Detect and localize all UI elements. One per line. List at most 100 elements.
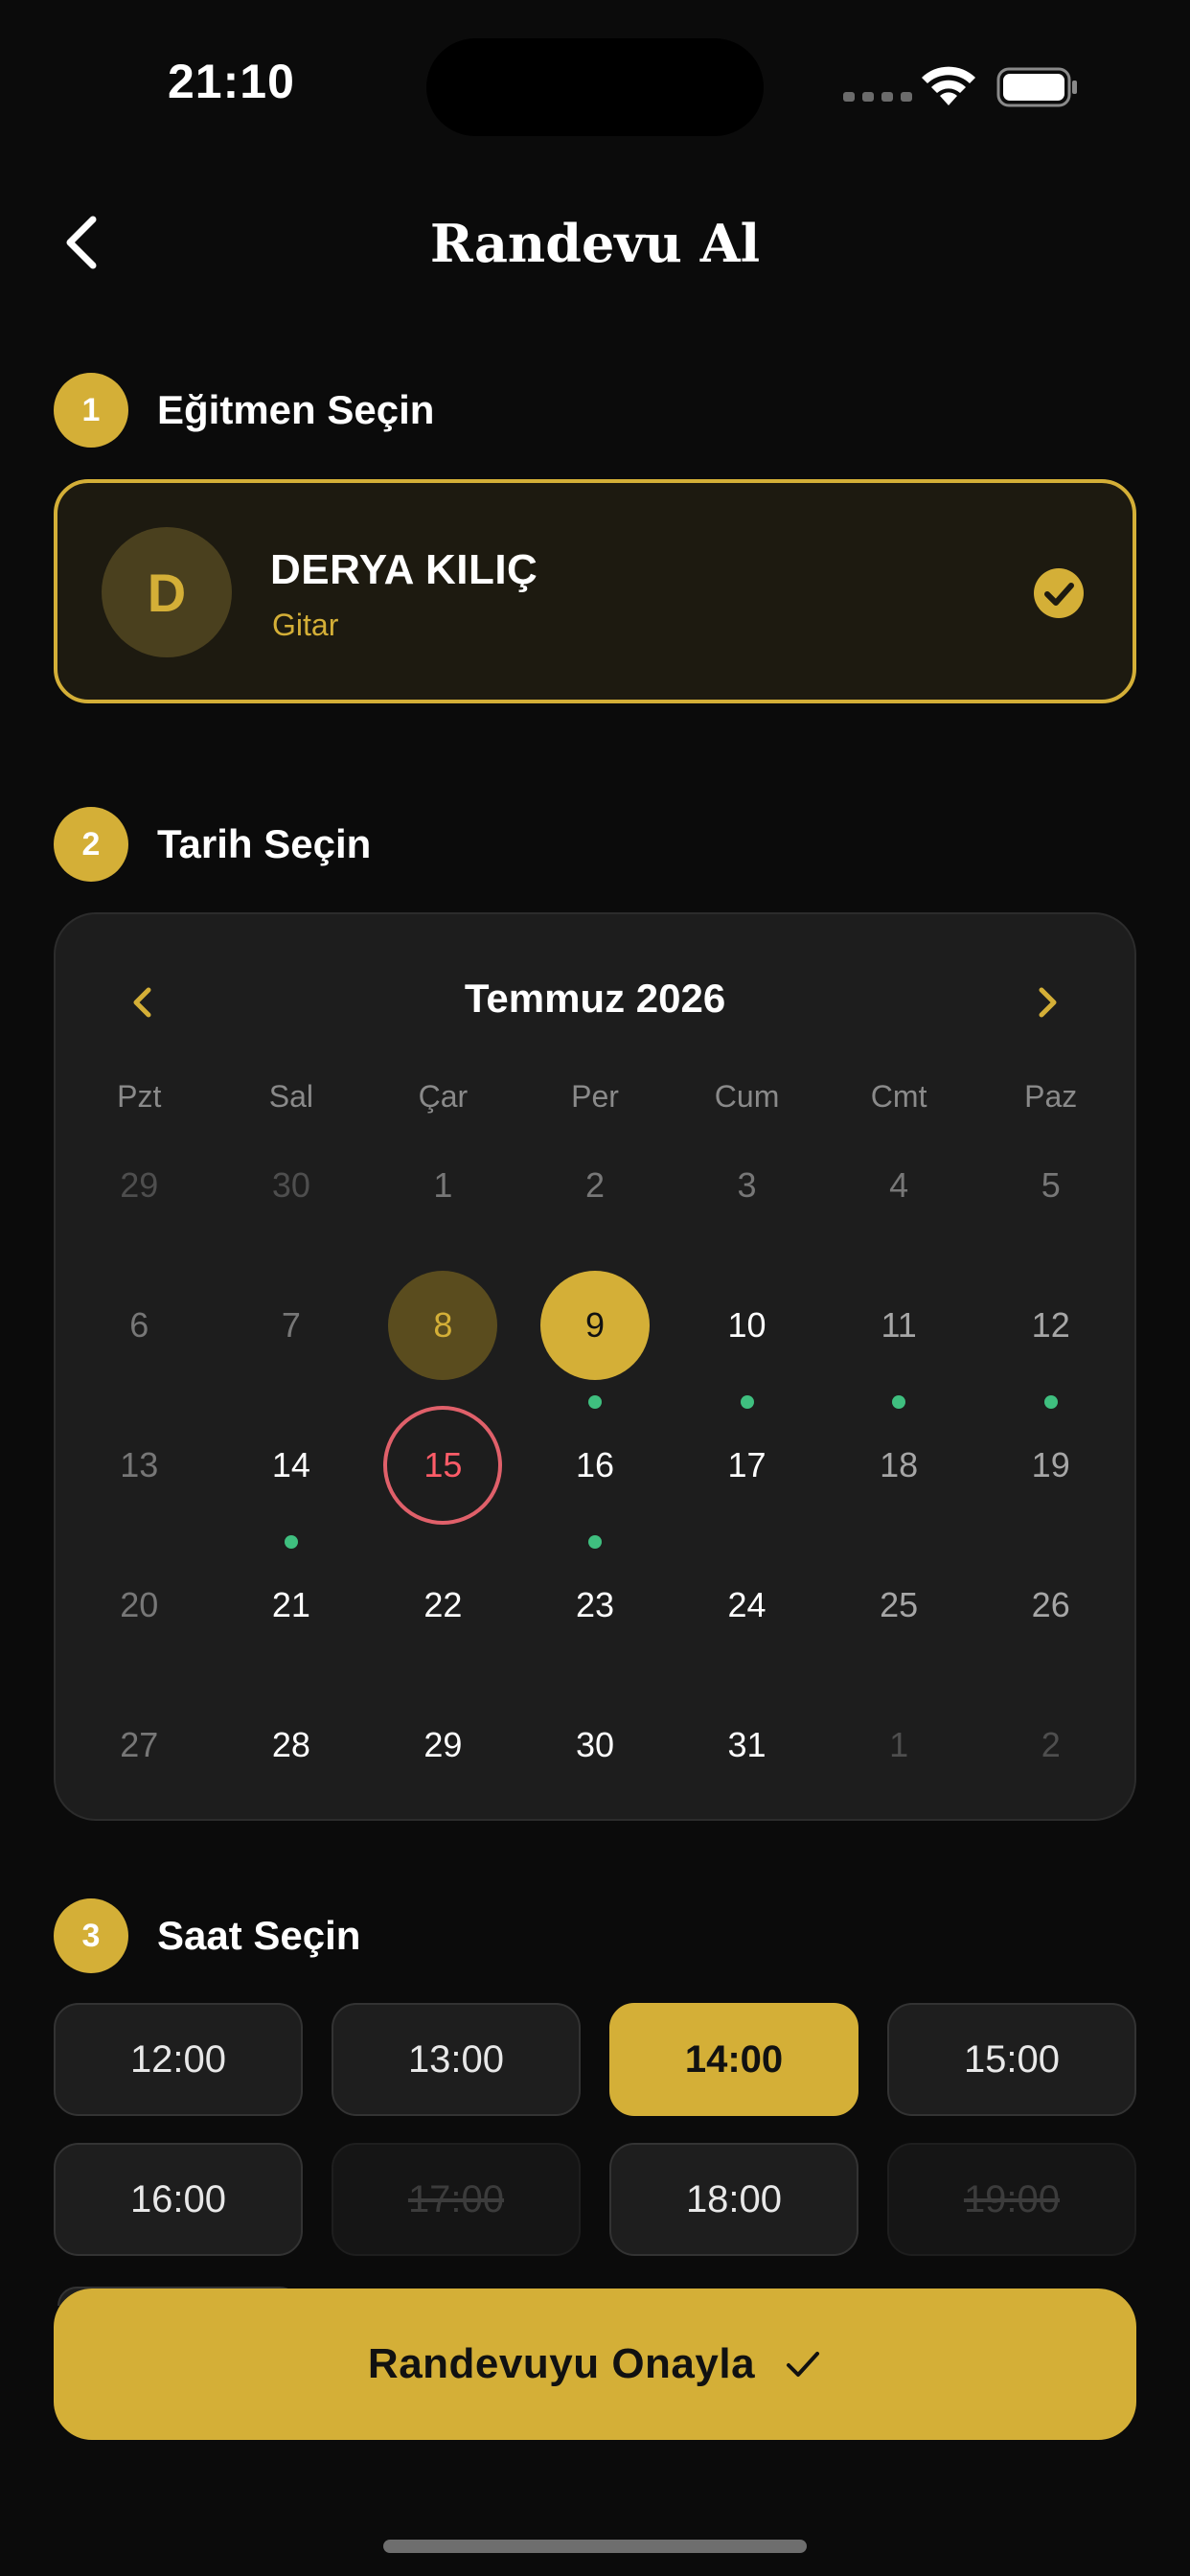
calendar-day-number: 30 <box>271 1165 310 1205</box>
calendar-day[interactable]: 19 <box>974 1407 1127 1547</box>
step-instructor-header: 1 Eğitmen Seçin <box>54 373 434 448</box>
step-label: Eğitmen Seçin <box>157 387 435 432</box>
instructor-name: DERYA KILIÇ <box>270 546 538 593</box>
step-label: Saat Seçin <box>157 1913 361 1958</box>
calendar-day-number: 9 <box>539 1271 650 1380</box>
checkmark-icon <box>787 2352 820 2377</box>
confirm-button-label: Randevuyu Onayla <box>367 2340 756 2387</box>
step-label: Tarih Seçin <box>157 821 372 866</box>
time-slot-button[interactable]: 12:00 <box>54 2003 303 2116</box>
calendar-day: 2 <box>974 1687 1127 1827</box>
calendar-day-number: 25 <box>880 1585 919 1624</box>
calendar-day: 1 <box>367 1127 519 1267</box>
weekday-label: Cmt <box>870 1079 927 1114</box>
status-time: 21:10 <box>168 55 295 108</box>
calendar-day[interactable]: 30 <box>519 1687 672 1827</box>
calendar-day[interactable]: 26 <box>974 1547 1127 1687</box>
calendar-day-number: 13 <box>120 1445 159 1484</box>
calendar-day-number: 5 <box>1041 1165 1061 1205</box>
confirm-appointment-button[interactable]: Randevuyu Onayla <box>54 2288 1136 2440</box>
calendar-day: 7 <box>216 1267 368 1407</box>
calendar-day: 20 <box>63 1547 216 1687</box>
calendar-day: 3 <box>671 1127 823 1267</box>
calendar-day[interactable]: 18 <box>823 1407 975 1547</box>
calendar-day[interactable]: 24 <box>671 1547 823 1687</box>
calendar-day[interactable]: 29 <box>367 1687 519 1827</box>
step-time-header: 3 Saat Seçin <box>54 1898 360 1973</box>
calendar-day-number: 29 <box>120 1165 159 1205</box>
calendar-day[interactable]: 14 <box>216 1407 368 1549</box>
cellular-signal-icon <box>843 92 912 102</box>
calendar-day-number: 1 <box>889 1725 909 1764</box>
calendar-day-number: 27 <box>120 1725 159 1764</box>
calendar-day-number: 1 <box>433 1165 453 1205</box>
time-slot-grid: 12:00 13:00 14:00 15:00 16:00 17:00 18:00 19:00 <box>54 2003 1136 2256</box>
calendar-day-number: 14 <box>271 1445 310 1484</box>
calendar-day-number: 16 <box>575 1445 614 1484</box>
time-slot-button[interactable]: 14:00 <box>609 2003 858 2116</box>
time-slot-button: 19:00 <box>887 2143 1136 2256</box>
calendar-day: 30 <box>216 1127 368 1267</box>
calendar-day-grid: 29 30 1 2 3 4 5 6 7 8 9 10 11 12 13 14 15 16 17 18 19 20 21 22 2… <box>56 1127 1134 1827</box>
calendar-day[interactable]: 10 <box>671 1267 823 1409</box>
time-slot-button: 17:00 <box>332 2143 581 2256</box>
page-title: Randevu Al <box>429 213 761 274</box>
calendar-day-number: 6 <box>129 1305 149 1345</box>
calendar-day[interactable]: 21 <box>216 1547 368 1687</box>
chevron-right-icon <box>1039 987 1057 1018</box>
calendar-day-number: 2 <box>584 1165 605 1205</box>
calendar-day: 6 <box>63 1267 216 1407</box>
calendar-day[interactable]: 28 <box>216 1687 368 1827</box>
calendar-day-number: 22 <box>423 1585 463 1624</box>
weekday-label: Pzt <box>117 1079 162 1114</box>
calendar-day[interactable]: 15 <box>367 1406 519 1547</box>
calendar-day[interactable]: 12 <box>974 1267 1127 1409</box>
calendar-day[interactable]: 9 <box>519 1267 672 1409</box>
step-number-badge: 3 <box>54 1898 128 1973</box>
calendar-day[interactable]: 8 <box>367 1267 519 1407</box>
calendar-day-number: 23 <box>575 1585 614 1624</box>
calendar-day-number: 12 <box>1031 1305 1070 1345</box>
calendar-day-number: 11 <box>881 1305 917 1345</box>
time-slot-button[interactable]: 18:00 <box>609 2143 858 2256</box>
instructor-subject: Gitar <box>272 608 339 642</box>
home-indicator <box>383 2540 807 2553</box>
step-number-badge: 1 <box>54 373 128 448</box>
calendar-day-number: 8 <box>388 1271 498 1380</box>
calendar-day[interactable]: 11 <box>823 1267 975 1409</box>
calendar-day-number: 19 <box>1031 1445 1070 1484</box>
calendar-day-number: 30 <box>575 1725 614 1764</box>
calendar-day[interactable]: 17 <box>671 1407 823 1547</box>
calendar-day: 5 <box>974 1127 1127 1267</box>
calendar-day[interactable]: 31 <box>671 1687 823 1827</box>
calendar-day: 29 <box>63 1127 216 1267</box>
weekday-label: Sal <box>268 1079 313 1114</box>
calendar-day: 1 <box>823 1687 975 1827</box>
time-slot-button[interactable]: 15:00 <box>887 2003 1136 2116</box>
calendar-day-number: 3 <box>737 1165 757 1205</box>
instructor-card[interactable]: D DERYA KILIÇ Gitar <box>54 479 1136 703</box>
time-slot-button[interactable]: 16:00 <box>54 2143 303 2256</box>
weekday-label: Çar <box>418 1079 469 1114</box>
calendar-day[interactable]: 22 <box>367 1547 519 1687</box>
calendar-day-number: 29 <box>423 1725 463 1764</box>
calendar-day-number: 18 <box>880 1445 919 1484</box>
calendar-day-number: 24 <box>727 1585 767 1624</box>
calendar-day-number: 20 <box>120 1585 159 1624</box>
calendar-day-number: 2 <box>1041 1725 1061 1764</box>
calendar-day-number: 28 <box>271 1725 310 1764</box>
time-slot-button[interactable]: 13:00 <box>332 2003 581 2116</box>
calendar-day: 27 <box>63 1687 216 1827</box>
calendar-day-number: 7 <box>281 1305 301 1345</box>
status-bar: 21:10 <box>0 0 1190 172</box>
calendar-day-number: 21 <box>271 1585 310 1624</box>
next-month-button[interactable] <box>1019 974 1077 1031</box>
calendar-day-number: 17 <box>727 1445 767 1484</box>
calendar-day[interactable]: 16 <box>519 1407 672 1549</box>
calendar-day: 13 <box>63 1407 216 1547</box>
calendar-day[interactable]: 23 <box>519 1547 672 1687</box>
calendar-day[interactable]: 25 <box>823 1547 975 1687</box>
weekday-header-row: Pzt Sal Çar Per Cum Cmt Paz <box>56 1079 1134 1115</box>
step-number-badge: 2 <box>54 807 128 882</box>
calendar-day-number: 15 <box>383 1406 503 1525</box>
